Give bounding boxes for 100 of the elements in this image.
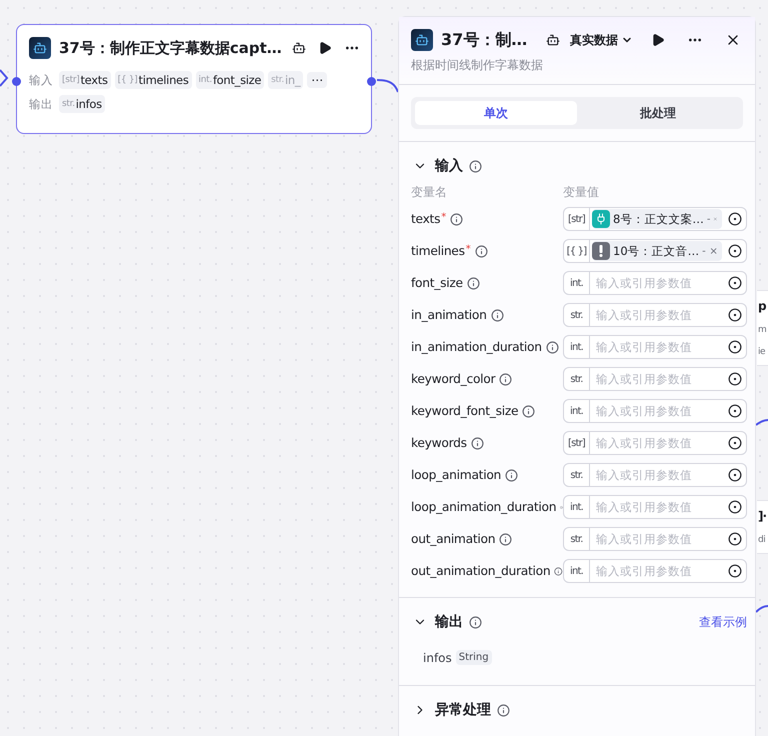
reference-picker-icon[interactable]: [728, 564, 742, 578]
info-icon: [554, 564, 563, 578]
variable-value-field[interactable]: str. 输入或引用参数值: [563, 367, 747, 391]
variable-name: loop_animation: [411, 468, 502, 482]
column-header: 变量值: [563, 184, 600, 201]
variable-value-field[interactable]: [str] 8号：正文文案… -: [563, 207, 747, 231]
robot-icon[interactable]: [292, 41, 306, 55]
remove-icon[interactable]: [708, 246, 718, 256]
more-inputs-button[interactable]: ⋯: [307, 72, 328, 88]
reference-chip[interactable]: 8号：正文文案… -: [592, 209, 722, 229]
info-icon: [546, 340, 559, 354]
variable-value-field[interactable]: int. 输入或引用参数值: [563, 495, 747, 519]
variable-name: out_animation_duration: [411, 564, 550, 578]
variable-name: texts: [411, 212, 440, 226]
separator: -: [706, 214, 710, 224]
panel-title: 37号：制…: [441, 30, 528, 50]
variable-value-field[interactable]: str. 输入或引用参数值: [563, 527, 747, 551]
reference-picker-icon[interactable]: [728, 532, 742, 546]
variable-value-field[interactable]: int. 输入或引用参数值: [563, 335, 747, 359]
output-chip: str.infos: [59, 95, 105, 113]
node-port-label: di: [758, 535, 766, 545]
outputs-label: 输出: [29, 96, 53, 112]
separator: -: [702, 246, 706, 256]
reference-chip[interactable]: 10号：正文音… -: [592, 241, 722, 261]
type-tag: int.: [564, 560, 590, 582]
value-input[interactable]: 输入或引用参数值: [590, 404, 724, 418]
connector-line: [0, 69, 8, 87]
reference-picker-icon[interactable]: [728, 468, 742, 482]
value-input[interactable]: 输入或引用参数值: [590, 468, 724, 482]
section-title: 输出: [435, 613, 463, 631]
input-chip: int.font_size: [196, 71, 264, 89]
reference-label: 8号：正文文案…: [613, 212, 704, 226]
value-input[interactable]: 输入或引用参数值: [590, 500, 724, 514]
required-mark: *: [466, 244, 471, 255]
info-icon: [522, 404, 536, 418]
run-icon[interactable]: [318, 41, 332, 55]
node-title: ]·: [758, 509, 768, 523]
info-icon: [497, 704, 510, 716]
info-icon: [499, 532, 512, 546]
section-title: 输入: [435, 157, 463, 175]
type-tag: str.: [564, 304, 590, 326]
reference-picker-icon[interactable]: [728, 212, 742, 226]
reference-picker-icon[interactable]: [728, 340, 742, 354]
node-card[interactable]: p m ie: [757, 290, 768, 366]
type-tag: [{ }]: [564, 240, 590, 262]
info-icon: [469, 160, 482, 172]
variable-value-field[interactable]: int. 输入或引用参数值: [563, 399, 747, 423]
variable-value-field[interactable]: int. 输入或引用参数值: [563, 271, 747, 295]
value-input[interactable]: 输入或引用参数值: [590, 372, 724, 386]
reference-picker-icon[interactable]: [728, 372, 742, 386]
column-header: 变量名: [411, 184, 448, 201]
connector-line: [376, 79, 399, 92]
variable-name: loop_animation_duration: [411, 500, 556, 514]
reference-picker-icon[interactable]: [728, 436, 742, 450]
inputs-label: 输入: [29, 72, 53, 88]
node-port-label: m: [758, 325, 768, 335]
node-port-label: ie: [758, 347, 766, 357]
variable-value-field[interactable]: str. 输入或引用参数值: [563, 303, 747, 327]
value-input[interactable]: 输入或引用参数值: [590, 276, 724, 290]
reference-picker-icon[interactable]: [728, 244, 742, 258]
value-input[interactable]: 输入或引用参数值: [590, 564, 724, 578]
type-tag: str.: [564, 528, 590, 550]
value-input[interactable]: 输入或引用参数值: [590, 532, 724, 546]
input-port[interactable]: [12, 77, 21, 86]
panel-description: 根据时间线制作字幕数据: [411, 57, 544, 74]
type-tag: int.: [564, 272, 590, 294]
variable-value-field[interactable]: str. 输入或引用参数值: [563, 463, 747, 487]
app-logo-icon: [29, 37, 51, 59]
output-port[interactable]: [367, 77, 376, 86]
type-tag: str.: [564, 368, 590, 390]
type-tag: int.: [564, 336, 590, 358]
data-mode-dropdown[interactable]: 真实数据: [570, 32, 641, 48]
reference-picker-icon[interactable]: [728, 276, 742, 290]
reference-picker-icon[interactable]: [728, 308, 742, 322]
value-input[interactable]: 输入或引用参数值: [590, 340, 724, 354]
node-title: 37号：制作正文字幕数据capt…: [59, 38, 282, 58]
variable-name: out_animation: [411, 532, 496, 546]
mode-tab[interactable]: 批处理: [577, 101, 739, 125]
reference-picker-icon[interactable]: [728, 404, 742, 418]
input-chip: [str]texts: [59, 71, 111, 89]
mode-tab[interactable]: 单次: [415, 101, 577, 125]
info-icon: [474, 244, 488, 258]
node-card[interactable]: ]· di: [757, 500, 768, 554]
node-title: p: [758, 299, 767, 313]
info-icon: [499, 372, 512, 386]
value-input[interactable]: 输入或引用参数值: [590, 436, 724, 450]
variable-value-field[interactable]: [{ }] 10号：正文音… -: [563, 239, 747, 263]
reference-picker-icon[interactable]: [728, 500, 742, 514]
output-type: String: [456, 650, 492, 665]
view-example-link[interactable]: 查看示例: [699, 614, 747, 630]
output-name: infos: [423, 650, 452, 664]
variable-value-field[interactable]: [str] 输入或引用参数值: [563, 431, 747, 455]
run-icon[interactable]: [651, 33, 665, 47]
value-input[interactable]: 输入或引用参数值: [590, 308, 724, 322]
type-tag: str.: [564, 464, 590, 486]
variable-value-field[interactable]: int. 输入或引用参数值: [563, 559, 747, 583]
robot-icon[interactable]: [546, 33, 560, 47]
variable-name: in_animation: [411, 308, 487, 322]
required-mark: *: [441, 212, 446, 223]
app-logo-icon: [411, 29, 433, 51]
